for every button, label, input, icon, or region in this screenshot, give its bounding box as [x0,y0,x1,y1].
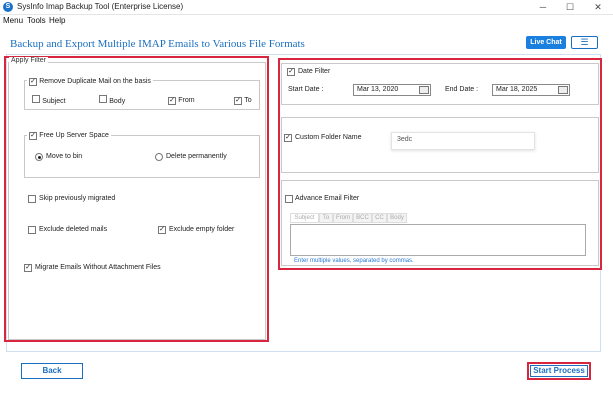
from-label: From [178,97,195,104]
option-from[interactable]: ✓ From [168,95,195,105]
body-label: Body [109,98,126,105]
start-date-label: Start Date : [288,86,324,93]
advance-filter-input[interactable] [290,224,586,256]
move-to-bin-label: Move to bin [46,153,83,160]
skip-migrated-checkbox[interactable] [28,195,36,203]
tab-body[interactable]: Body [387,213,407,223]
page-title: Backup and Export Multiple IMAP Emails t… [10,38,305,50]
custom-folder-label: Custom Folder Name [295,134,362,141]
start-date-value: Mar 13, 2020 [357,86,399,93]
delete-permanently-label: Delete permanently [166,153,227,160]
free-up-checkbox[interactable]: ✓ [29,132,37,140]
tab-subject[interactable]: Subject [290,213,319,223]
without-attachment-label: Migrate Emails Without Attachment Files [35,264,161,271]
remove-duplicates-label: Remove Duplicate Mail on the basis [39,78,151,85]
hamburger-menu-button[interactable]: ☰ [571,36,598,49]
app-icon: S [3,2,13,12]
maximize-button[interactable]: ☐ [559,0,581,14]
live-chat-button[interactable]: Live Chat [526,36,566,49]
free-up-header: ✓ Free Up Server Space [27,130,111,140]
back-button[interactable]: Back [21,363,83,379]
exclude-deleted-label: Exclude deleted mails [39,226,108,233]
end-date-calendar-icon[interactable] [558,86,568,94]
end-date-value: Mar 18, 2025 [496,86,538,93]
menu-item-tools[interactable]: Tools [27,16,46,25]
close-button[interactable]: ✕ [587,0,609,14]
advance-filter-checkbox[interactable] [285,195,293,203]
menu-item-help[interactable]: Help [49,16,65,25]
exclude-deleted-checkbox[interactable] [28,226,36,234]
apply-filter-legend: Apply Filter [9,57,49,64]
date-filter-label: Date Filter [298,68,331,75]
to-label: To [244,97,252,104]
custom-folder-input[interactable]: 3edc [391,132,535,150]
from-checkbox[interactable]: ✓ [168,97,176,105]
remove-duplicates-header: ✓ Remove Duplicate Mail on the basis [27,76,153,86]
option-subject[interactable]: Subject [32,95,66,105]
tab-bcc[interactable]: BCC [353,213,372,223]
advance-filter-hint: Enter multiple values, separated by comm… [294,258,414,264]
window-title: SysInfo Imap Backup Tool (Enterprise Lic… [17,2,184,11]
body-checkbox[interactable] [99,95,107,103]
exclude-empty-label: Exclude empty folder [169,226,235,233]
skip-migrated-label: Skip previously migrated [39,195,116,202]
menu-bar [0,15,613,27]
tab-to[interactable]: To [319,213,333,223]
start-process-button[interactable]: Start Process [527,362,591,380]
subject-label: Subject [42,98,66,105]
exclude-empty-checkbox[interactable]: ✓ [158,226,166,234]
subject-checkbox[interactable] [32,95,40,103]
remove-duplicates-checkbox[interactable]: ✓ [29,78,37,86]
option-to[interactable]: ✓ To [234,95,252,105]
start-date-calendar-icon[interactable] [419,86,429,94]
without-attachment-checkbox[interactable]: ✓ [24,264,32,272]
option-body[interactable]: Body [99,95,125,105]
start-process-label: Start Process [533,366,585,375]
hamburger-icon: ☰ [580,37,589,47]
custom-folder-checkbox[interactable]: ✓ [284,134,292,142]
free-up-label: Free Up Server Space [39,132,109,139]
menu-item-menu[interactable]: Menu [3,16,23,25]
end-date-label: End Date : [445,86,479,93]
tab-from[interactable]: From [333,213,353,223]
delete-permanently-radio[interactable] [155,153,163,161]
to-checkbox[interactable]: ✓ [234,97,242,105]
minimize-button[interactable]: ─ [532,0,554,14]
date-filter-checkbox[interactable]: ✓ [287,68,295,76]
tab-cc[interactable]: CC [372,213,387,223]
move-to-bin-radio[interactable] [35,153,43,161]
advance-filter-label: Advance Email Filter [295,195,360,202]
